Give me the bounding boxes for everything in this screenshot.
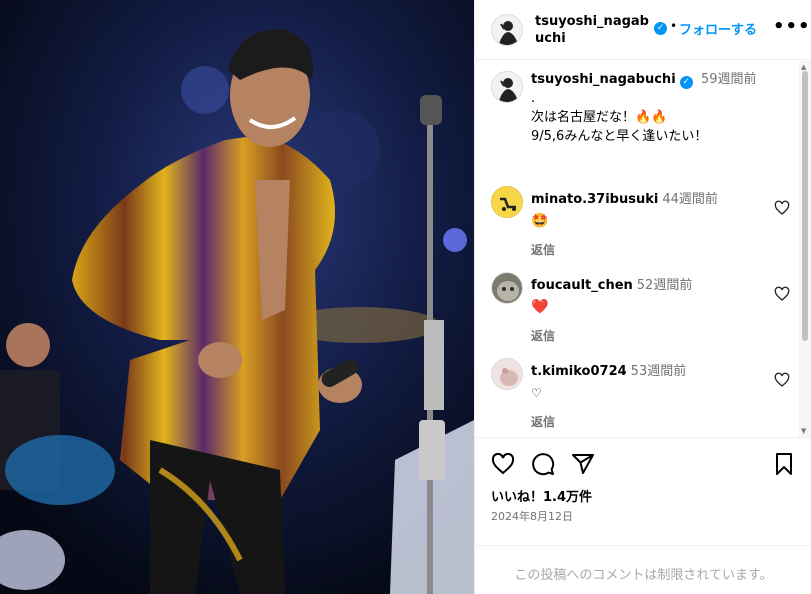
caption-avatar[interactable]: [491, 71, 523, 103]
comment-item: t.kimiko0724 53週間前 ♡ 返信: [491, 358, 796, 434]
post-actions: いいね！1.4万件 2024年8月12日: [475, 437, 811, 545]
comments-scrollbar[interactable]: ▲ ▼: [799, 61, 811, 437]
caption-username[interactable]: tsuyoshi_nagabuchi: [531, 72, 676, 87]
post-side-panel: tsuyoshi_nagabuchi ✓ • フォローする ••• tsuyos…: [474, 0, 811, 594]
likes-count[interactable]: いいね！1.4万件: [491, 486, 592, 505]
comment-body: foucault_chen 52週間前 ❤️ 返信: [531, 274, 761, 344]
comment-item: minato.37ibusuki 44週間前 🤩 返信: [491, 186, 796, 262]
comment-footer: この投稿へのコメントは制限されています。: [475, 545, 811, 594]
comment-text: 🤩: [531, 213, 549, 229]
comment-text: ❤️: [531, 299, 549, 315]
reply-button[interactable]: 返信: [531, 327, 761, 344]
separator-dot: •: [670, 19, 678, 33]
commenter-avatar[interactable]: [491, 186, 523, 218]
author-username[interactable]: tsuyoshi_nagabuchi: [535, 13, 653, 47]
comment-time: 44週間前: [662, 192, 718, 207]
comments-limited-notice: この投稿へのコメントは制限されています。: [514, 568, 773, 583]
caption-line: 次は名古屋だな！🔥🔥: [531, 110, 668, 125]
concert-photo-illustration: [0, 0, 474, 594]
verified-badge-icon: ✓: [654, 22, 667, 35]
comment-item: foucault_chen 52週間前 ❤️ 返信: [491, 272, 796, 348]
instagram-post: tsuyoshi_nagabuchi ✓ • フォローする ••• tsuyos…: [0, 0, 811, 594]
scroll-down-arrow-icon[interactable]: ▼: [801, 427, 806, 435]
commenter-avatar[interactable]: [491, 358, 523, 390]
share-icon[interactable]: [571, 452, 595, 476]
comment-like-heart-icon[interactable]: [774, 372, 790, 388]
comment-body: minato.37ibusuki 44週間前 🤩 返信: [531, 188, 761, 258]
reply-button[interactable]: 返信: [531, 413, 761, 430]
caption-time: 59週間前: [700, 72, 757, 87]
author-avatar[interactable]: [491, 14, 523, 46]
scroll-thumb[interactable]: [802, 71, 808, 341]
comment-like-heart-icon[interactable]: [774, 286, 790, 302]
bookmark-icon[interactable]: [772, 452, 796, 476]
comment-body: t.kimiko0724 53週間前 ♡ 返信: [531, 360, 761, 430]
comment-time: 52週間前: [636, 278, 693, 293]
post-header: tsuyoshi_nagabuchi ✓ • フォローする •••: [475, 0, 811, 60]
follow-button[interactable]: フォローする: [679, 19, 757, 38]
comments-list[interactable]: tsuyoshi_nagabuchi ✓ 59週間前 . 次は名古屋だな！🔥🔥 …: [475, 61, 811, 437]
reply-button[interactable]: 返信: [531, 241, 761, 258]
commenter-avatar[interactable]: [491, 272, 523, 304]
caption-line: 9/5,6みんなと早く逢いたい！: [531, 129, 708, 144]
comment-time: 53週間前: [630, 364, 687, 379]
comment-text: ♡: [531, 386, 542, 400]
more-options-icon[interactable]: •••: [773, 16, 811, 37]
scroll-up-arrow-icon[interactable]: ▲: [801, 63, 806, 71]
heart-icon[interactable]: [491, 452, 515, 476]
verified-badge-icon: ✓: [679, 76, 693, 89]
caption-line: .: [531, 91, 536, 106]
comment-icon[interactable]: [531, 452, 555, 476]
caption-body: tsuyoshi_nagabuchi ✓ 59週間前 . 次は名古屋だな！🔥🔥 …: [531, 71, 791, 146]
comment-username[interactable]: foucault_chen: [531, 278, 633, 293]
post-date[interactable]: 2024年8月12日: [491, 508, 573, 524]
comment-like-heart-icon[interactable]: [774, 200, 790, 216]
comment-username[interactable]: minato.37ibusuki: [531, 192, 658, 207]
post-photo[interactable]: [0, 0, 474, 594]
comment-username[interactable]: t.kimiko0724: [531, 364, 627, 379]
